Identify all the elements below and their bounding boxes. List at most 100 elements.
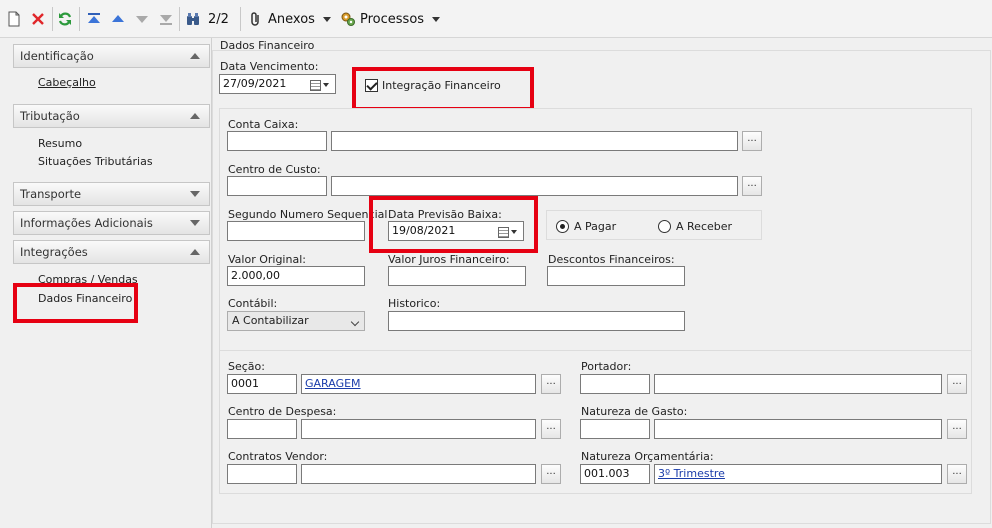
contabil-value: A Contabilizar — [232, 314, 309, 327]
nav-group-transporte[interactable]: Transporte — [13, 182, 210, 206]
portador-code-field[interactable] — [580, 374, 650, 394]
valor-juros-label: Valor Juros Financeiro: — [388, 253, 510, 266]
contabil-select[interactable]: A Contabilizar — [227, 311, 365, 331]
nav-group-label: Identificação — [20, 49, 94, 63]
natureza-gasto-lookup-button[interactable]: ... — [947, 419, 967, 439]
a-receber-label: A Receber — [676, 220, 733, 233]
search-button[interactable] — [185, 8, 201, 30]
refresh-button[interactable] — [57, 8, 73, 30]
contratos-name-field[interactable] — [301, 464, 536, 484]
valor-juros-field[interactable] — [388, 266, 526, 286]
secao-lookup-button[interactable]: ... — [541, 374, 561, 394]
contabil-label: Contábil: — [228, 297, 278, 310]
main-form: Dados Financeiro Data Vencimento: 27/09/… — [212, 38, 992, 528]
portador-label: Portador: — [581, 360, 632, 373]
expand-button[interactable] — [185, 215, 205, 231]
secao-name-field[interactable]: GARAGEM — [301, 374, 536, 394]
nav-group-label: Tributação — [20, 109, 80, 123]
highlight-box — [352, 67, 534, 111]
natureza-orc-code-value: 001.003 — [584, 467, 630, 480]
portador-lookup-button[interactable]: ... — [947, 374, 967, 394]
collapse-button[interactable] — [185, 244, 205, 260]
nav-item-cabecalho[interactable]: Cabeçalho — [38, 76, 96, 89]
valor-original-value: 2.000,00 — [231, 269, 280, 282]
natureza-gasto-code-field[interactable] — [580, 419, 650, 439]
nav-group-integracoes[interactable]: Integrações — [13, 240, 210, 264]
chevron-up-icon — [190, 53, 200, 59]
centro-despesa-label: Centro de Despesa: — [228, 405, 337, 418]
valor-original-label: Valor Original: — [228, 253, 306, 266]
record-counter-text: 2/2 — [208, 11, 229, 27]
expand-button[interactable] — [185, 186, 205, 202]
portador-name-field[interactable] — [654, 374, 942, 394]
left-navigation: Identificação Cabeçalho Tributação Resum… — [0, 38, 212, 528]
nav-group-informacoes[interactable]: Informações Adicionais — [13, 211, 210, 235]
conta-caixa-lookup-button[interactable]: ... — [742, 131, 762, 151]
historico-field[interactable] — [388, 311, 685, 331]
collapse-button[interactable] — [185, 108, 205, 124]
natureza-orc-label: Natureza Orçamentária: — [581, 450, 714, 463]
natureza-orc-name-link[interactable]: 3º Trimestre — [658, 467, 725, 480]
delete-icon — [30, 11, 46, 27]
first-record-button[interactable] — [86, 8, 102, 30]
conta-caixa-label: Conta Caixa: — [228, 118, 299, 131]
nav-group-label: Transporte — [20, 187, 82, 201]
natureza-orc-name-field[interactable]: 3º Trimestre — [654, 464, 942, 484]
segundo-numero-field[interactable] — [227, 221, 365, 241]
chevron-down-icon — [190, 191, 200, 197]
radio-a-receber[interactable]: A Receber — [658, 220, 732, 233]
natureza-orc-code-field[interactable]: 001.003 — [580, 464, 650, 484]
calendar-button[interactable] — [304, 76, 334, 93]
nav-group-tributacao[interactable]: Tributação — [13, 104, 210, 128]
highlight-box — [13, 283, 138, 323]
nav-group-identificacao[interactable]: Identificação — [13, 44, 210, 68]
chevron-down-icon — [322, 83, 329, 87]
last-record-button[interactable] — [158, 8, 174, 30]
centro-custo-lookup-button[interactable]: ... — [742, 176, 762, 196]
conta-caixa-code[interactable] — [227, 131, 327, 151]
chevron-down-icon — [190, 220, 200, 226]
chevron-down-icon — [432, 16, 441, 22]
conta-caixa-name[interactable] — [331, 131, 738, 151]
chevron-up-icon — [190, 113, 200, 119]
data-vencimento-value: 27/09/2021 — [223, 77, 287, 90]
valor-original-field[interactable]: 2.000,00 — [227, 266, 365, 286]
collapse-button[interactable] — [185, 48, 205, 64]
nav-group-label: Informações Adicionais — [20, 216, 153, 230]
centro-custo-code[interactable] — [227, 176, 327, 196]
natureza-gasto-name-field[interactable] — [654, 419, 942, 439]
contratos-code-field[interactable] — [227, 464, 297, 484]
secao-name-link[interactable]: GARAGEM — [305, 377, 361, 390]
processos-button[interactable]: Processos — [340, 8, 441, 30]
nav-item-situacoes[interactable]: Situações Tributárias — [38, 155, 153, 168]
next-record-button[interactable] — [134, 8, 150, 30]
contratos-lookup-button[interactable]: ... — [541, 464, 561, 484]
binoculars-icon — [185, 11, 201, 27]
a-pagar-label: A Pagar — [574, 220, 617, 233]
data-vencimento-label: Data Vencimento: — [220, 60, 319, 73]
delete-button[interactable] — [30, 8, 46, 30]
radio-selected[interactable] — [556, 220, 569, 233]
nav-item-resumo[interactable]: Resumo — [38, 137, 82, 150]
calendar-icon — [309, 79, 321, 91]
secao-code-field[interactable]: 0001 — [227, 374, 297, 394]
paperclip-icon — [248, 11, 264, 27]
centro-despesa-code-field[interactable] — [227, 419, 297, 439]
previous-record-button[interactable] — [110, 8, 126, 30]
data-vencimento-field[interactable]: 27/09/2021 — [219, 74, 336, 94]
new-button[interactable] — [6, 8, 22, 30]
descontos-label: Descontos Financeiros: — [548, 253, 675, 266]
anexos-button[interactable]: Anexos — [248, 8, 331, 30]
natureza-orc-lookup-button[interactable]: ... — [947, 464, 967, 484]
first-record-icon — [86, 11, 102, 27]
radio-a-pagar[interactable]: A Pagar — [556, 220, 616, 233]
nav-group-label: Integrações — [20, 245, 88, 259]
centro-despesa-name-field[interactable] — [301, 419, 536, 439]
anexos-label: Anexos — [268, 11, 315, 27]
processos-label: Processos — [360, 11, 425, 27]
descontos-field[interactable] — [547, 266, 685, 286]
highlight-box — [369, 196, 538, 253]
centro-despesa-lookup-button[interactable]: ... — [541, 419, 561, 439]
radio-unselected[interactable] — [658, 220, 671, 233]
centro-custo-name[interactable] — [331, 176, 738, 196]
